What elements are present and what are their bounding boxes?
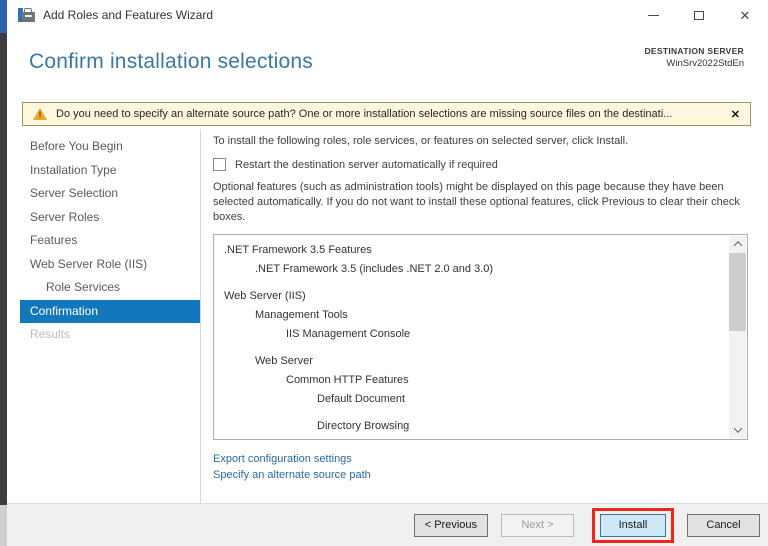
feature-item: IIS Management Console <box>286 328 411 340</box>
feature-item: .NET Framework 3.5 Features <box>224 244 372 256</box>
next-button: Next > <box>501 513 574 537</box>
install-highlight-annotation: Install <box>592 507 674 543</box>
previous-button[interactable]: < Previous <box>413 513 488 537</box>
sidebar-item-results: Results <box>30 327 71 341</box>
sidebar-item-role-services[interactable]: Role Services <box>7 276 200 300</box>
selected-features-list: .NET Framework 3.5 Features .NET Framewo… <box>213 234 748 440</box>
restart-checkbox[interactable] <box>213 158 226 171</box>
wizard-footer: < Previous Next > Install Cancel <box>7 503 768 546</box>
wizard-body: Before You Begin Installation Type Serve… <box>7 129 768 503</box>
scrollbar-thumb[interactable] <box>729 253 746 331</box>
minimize-icon <box>647 14 659 16</box>
sidebar-item-server-roles[interactable]: Server Roles <box>7 206 200 230</box>
destination-server-name: WinSrv2022StdEn <box>666 58 744 69</box>
export-configuration-link[interactable]: Export configuration settings <box>213 451 748 467</box>
sidebar-item-server-selection[interactable]: Server Selection <box>7 182 200 206</box>
page-title: Confirm installation selections <box>29 50 313 73</box>
maximize-icon <box>694 10 704 20</box>
action-links: Export configuration settings Specify an… <box>213 451 748 483</box>
feature-item-clipped: HTTP Errors <box>224 436 723 439</box>
feature-item: Web Server (IIS) <box>224 290 306 302</box>
warning-text: Do you need to specify an alternate sour… <box>56 108 673 120</box>
add-roles-wizard-window: Add Roles and Features Wizard ✕ Confirm … <box>7 0 768 546</box>
restart-checkbox-label: Restart the destination server automatic… <box>235 158 498 171</box>
destination-server-label: DESTINATION SERVER <box>644 46 744 56</box>
feature-item: Default Document <box>317 393 406 405</box>
page-header: Confirm installation selections DESTINAT… <box>7 30 768 92</box>
warning-icon: ! <box>33 108 47 120</box>
optional-features-note: Optional features (such as administratio… <box>213 181 740 223</box>
window-title: Add Roles and Features Wizard <box>43 8 214 22</box>
sidebar-item-web-server-role-iis[interactable]: Web Server Role (IIS) <box>7 253 200 277</box>
background-window-strip-top <box>0 0 7 33</box>
chevron-up-icon <box>733 241 742 250</box>
scroll-up-button[interactable] <box>729 236 746 252</box>
confirmation-content: To install the following roles, role ser… <box>201 129 768 503</box>
sidebar-item-features[interactable]: Features <box>7 229 200 253</box>
feature-item: Directory Browsing <box>317 420 410 432</box>
install-button[interactable]: Install <box>600 513 666 537</box>
wizard-steps-sidebar: Before You Begin Installation Type Serve… <box>7 129 200 503</box>
sidebar-item-confirmation[interactable]: Confirmation <box>20 299 200 323</box>
background-window-strip <box>0 0 7 546</box>
scroll-down-button[interactable] <box>729 422 746 438</box>
maximize-button[interactable] <box>676 0 722 30</box>
list-scrollbar[interactable] <box>729 236 746 438</box>
feature-item: Common HTTP Features <box>286 374 409 386</box>
feature-item: Web Server <box>255 355 313 367</box>
cancel-button[interactable]: Cancel <box>687 513 760 537</box>
intro-text: To install the following roles, role ser… <box>213 135 629 147</box>
alternate-source-warning-banner: ! Do you need to specify an alternate so… <box>22 102 751 126</box>
feature-item: .NET Framework 3.5 (includes .NET 2.0 an… <box>255 263 494 275</box>
server-manager-icon <box>18 8 35 22</box>
close-button[interactable]: ✕ <box>722 0 768 30</box>
specify-alternate-source-link[interactable]: Specify an alternate source path <box>213 467 748 483</box>
titlebar: Add Roles and Features Wizard ✕ <box>7 0 768 30</box>
chevron-down-icon <box>733 424 742 433</box>
warning-close-icon[interactable]: ✕ <box>731 108 740 121</box>
background-window-strip-bottom <box>0 505 7 546</box>
close-icon: ✕ <box>739 7 751 23</box>
destination-server-block: DESTINATION SERVER WinSrv2022StdEn <box>644 46 744 92</box>
restart-checkbox-row[interactable]: Restart the destination server automatic… <box>213 158 748 171</box>
feature-item: Management Tools <box>255 309 348 321</box>
window-controls: ✕ <box>630 0 768 30</box>
sidebar-item-installation-type[interactable]: Installation Type <box>7 159 200 183</box>
minimize-button[interactable] <box>630 0 676 30</box>
sidebar-item-before-you-begin[interactable]: Before You Begin <box>7 135 200 159</box>
